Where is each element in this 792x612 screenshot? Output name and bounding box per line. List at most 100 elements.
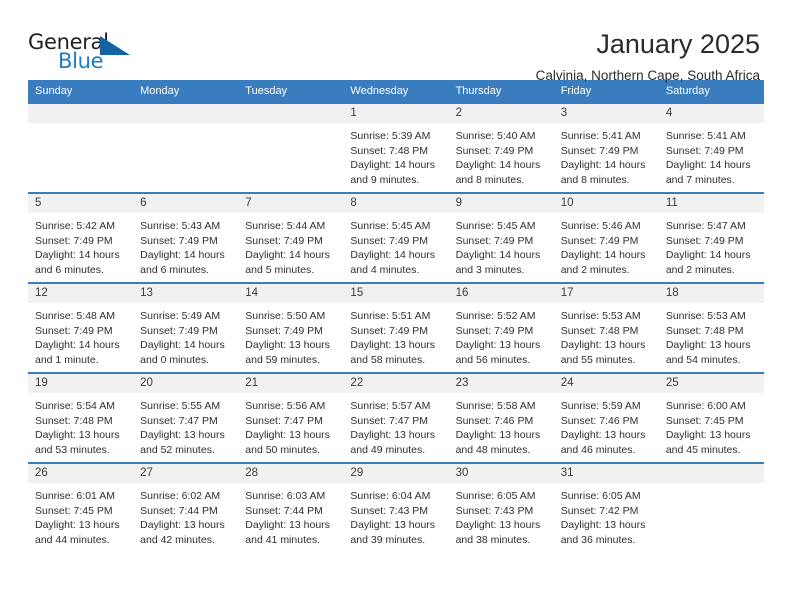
calendar-cell-day-26[interactable]: 26 Sunrise: 6:01 AM Sunset: 7:45 PM Dayligh…	[28, 462, 134, 552]
sunset-text: Sunset: 7:49 PM	[665, 144, 744, 157]
day-details: Sunrise: 5:53 AM Sunset: 7:48 PM Daylight:…	[659, 303, 764, 367]
calendar-cell-day-6[interactable]: 6 Sunrise: 5:43 AM Sunset: 7:49 PM Daylight…	[133, 192, 239, 283]
calendar-cell-day-28[interactable]: 28 Sunrise: 6:03 AM Sunset: 7:44 PM Dayligh…	[238, 462, 344, 552]
calendar-cell-day-19[interactable]: 19 Sunrise: 5:54 AM Sunset: 7:48 PM Dayligh…	[28, 372, 134, 463]
sunset-text: Sunset: 7:47 PM	[140, 414, 218, 427]
logo-text-blue: Blue	[58, 49, 104, 73]
daylight-text: Daylight: 13 hours and 52 minutes.	[140, 429, 225, 456]
sunset-text: Sunset: 7:49 PM	[35, 324, 113, 337]
calendar-cell-day-16[interactable]: 16 Sunrise: 5:52 AM Sunset: 7:49 PM Dayligh…	[448, 282, 554, 373]
sunrise-text: Sunrise: 6:03 AM	[245, 490, 326, 502]
sunset-text: Sunset: 7:42 PM	[560, 504, 639, 517]
calendar-week-row: 5 Sunrise: 5:42 AM Sunset: 7:49 PM Daylight…	[28, 192, 764, 283]
sunset-text: Sunset: 7:46 PM	[455, 414, 534, 427]
daylight-text: Daylight: 13 hours and 44 minutes.	[35, 519, 120, 546]
page-title: January 2025	[596, 29, 760, 59]
sunset-text: Sunset: 7:49 PM	[560, 144, 639, 157]
title-block: January 2025 Calvinia, Northern Cape, So…	[138, 28, 764, 86]
day-number: 12	[28, 284, 134, 303]
day-details: Sunrise: 5:46 AM Sunset: 7:49 PM Daylight:…	[554, 213, 659, 277]
daylight-text: Daylight: 13 hours and 39 minutes.	[350, 519, 436, 546]
day-number: 7	[238, 194, 344, 213]
sunrise-text: Sunrise: 5:59 AM	[560, 400, 641, 412]
day-details: Sunrise: 6:02 AM Sunset: 7:44 PM Daylight:…	[133, 483, 238, 547]
calendar-cell-empty	[133, 102, 239, 193]
calendar-cell-day-14[interactable]: 14 Sunrise: 5:50 AM Sunset: 7:49 PM Dayligh…	[238, 282, 344, 373]
day-details: Sunrise: 5:51 AM Sunset: 7:49 PM Daylight:…	[343, 303, 448, 367]
general-blue-logo: General Blue	[28, 28, 138, 74]
sunrise-text: Sunrise: 5:45 AM	[455, 220, 536, 232]
sunrise-text: Sunrise: 5:51 AM	[350, 310, 431, 322]
calendar-body: 1 Sunrise: 5:39 AM Sunset: 7:48 PM Daylight…	[28, 102, 764, 552]
daylight-text: Daylight: 14 hours and 6 minutes.	[140, 249, 225, 276]
day-details: Sunrise: 5:41 AM Sunset: 7:49 PM Daylight:…	[659, 123, 764, 187]
calendar-cell-day-15[interactable]: 15 Sunrise: 5:51 AM Sunset: 7:49 PM Dayligh…	[343, 282, 449, 373]
daylight-text: Daylight: 13 hours and 59 minutes.	[245, 339, 330, 366]
day-details: Sunrise: 5:43 AM Sunset: 7:49 PM Daylight:…	[133, 213, 238, 277]
page-subtitle: Calvinia, Northern Cape, South Africa	[535, 68, 760, 83]
day-number: 14	[238, 284, 344, 303]
daylight-text: Daylight: 14 hours and 0 minutes.	[140, 339, 225, 366]
calendar-cell-day-7[interactable]: 7 Sunrise: 5:44 AM Sunset: 7:49 PM Daylight…	[238, 192, 344, 283]
day-details: Sunrise: 6:05 AM Sunset: 7:42 PM Daylight:…	[554, 483, 659, 547]
sunrise-text: Sunrise: 6:05 AM	[560, 490, 641, 502]
calendar-cell-day-25[interactable]: 25 Sunrise: 6:00 AM Sunset: 7:45 PM Dayligh…	[658, 372, 764, 463]
calendar-cell-day-22[interactable]: 22 Sunrise: 5:57 AM Sunset: 7:47 PM Dayligh…	[343, 372, 449, 463]
calendar-cell-day-21[interactable]: 21 Sunrise: 5:56 AM Sunset: 7:47 PM Dayligh…	[238, 372, 344, 463]
calendar-cell-day-30[interactable]: 30 Sunrise: 6:05 AM Sunset: 7:43 PM Dayligh…	[448, 462, 554, 552]
sunrise-text: Sunrise: 5:53 AM	[560, 310, 641, 322]
calendar-cell-day-18[interactable]: 18 Sunrise: 5:53 AM Sunset: 7:48 PM Dayligh…	[658, 282, 764, 373]
day-number: 16	[448, 284, 554, 303]
calendar-cell-day-3[interactable]: 3 Sunrise: 5:41 AM Sunset: 7:49 PM Daylight…	[553, 102, 659, 193]
sunset-text: Sunset: 7:43 PM	[350, 504, 429, 517]
day-details: Sunrise: 5:55 AM Sunset: 7:47 PM Daylight:…	[133, 393, 238, 457]
sunset-text: Sunset: 7:49 PM	[35, 234, 113, 247]
sunrise-text: Sunrise: 5:53 AM	[665, 310, 746, 322]
calendar-cell-day-10[interactable]: 10 Sunrise: 5:46 AM Sunset: 7:49 PM Dayligh…	[553, 192, 659, 283]
calendar-cell-empty	[238, 102, 344, 193]
sunrise-text: Sunrise: 5:42 AM	[35, 220, 115, 232]
calendar-cell-day-5[interactable]: 5 Sunrise: 5:42 AM Sunset: 7:49 PM Daylight…	[28, 192, 134, 283]
weekday-header-sunday: Sunday	[28, 80, 134, 103]
calendar-cell-day-31[interactable]: 31 Sunrise: 6:05 AM Sunset: 7:42 PM Dayligh…	[553, 462, 659, 552]
calendar-cell-day-9[interactable]: 9 Sunrise: 5:45 AM Sunset: 7:49 PM Daylight…	[448, 192, 554, 283]
calendar-week-row: 12 Sunrise: 5:48 AM Sunset: 7:49 PM Dayligh…	[28, 282, 764, 373]
calendar-cell-day-29[interactable]: 29 Sunrise: 6:04 AM Sunset: 7:43 PM Dayligh…	[343, 462, 449, 552]
daylight-text: Daylight: 13 hours and 48 minutes.	[455, 429, 541, 456]
daylight-text: Daylight: 13 hours and 46 minutes.	[560, 429, 646, 456]
day-number: 21	[238, 374, 344, 393]
calendar-cell-day-17[interactable]: 17 Sunrise: 5:53 AM Sunset: 7:48 PM Dayligh…	[553, 282, 659, 373]
calendar-cell-day-4[interactable]: 4 Sunrise: 5:41 AM Sunset: 7:49 PM Daylight…	[658, 102, 764, 193]
sunset-text: Sunset: 7:49 PM	[350, 234, 429, 247]
day-number	[28, 104, 134, 123]
daylight-text: Daylight: 13 hours and 36 minutes.	[560, 519, 646, 546]
day-number: 6	[133, 194, 239, 213]
day-details: Sunrise: 5:45 AM Sunset: 7:49 PM Daylight:…	[343, 213, 448, 277]
day-details: Sunrise: 6:04 AM Sunset: 7:43 PM Daylight:…	[343, 483, 448, 547]
sunrise-text: Sunrise: 5:49 AM	[140, 310, 221, 322]
day-number: 22	[343, 374, 449, 393]
calendar-cell-day-13[interactable]: 13 Sunrise: 5:49 AM Sunset: 7:49 PM Dayligh…	[133, 282, 239, 373]
day-number: 30	[448, 464, 554, 483]
day-details: Sunrise: 5:41 AM Sunset: 7:49 PM Daylight:…	[554, 123, 659, 187]
calendar-cell-day-1[interactable]: 1 Sunrise: 5:39 AM Sunset: 7:48 PM Daylight…	[343, 102, 449, 193]
calendar-cell-day-11[interactable]: 11 Sunrise: 5:47 AM Sunset: 7:49 PM Dayligh…	[658, 192, 764, 283]
day-details: Sunrise: 5:57 AM Sunset: 7:47 PM Daylight:…	[343, 393, 448, 457]
sunset-text: Sunset: 7:48 PM	[560, 324, 639, 337]
daylight-text: Daylight: 14 hours and 2 minutes.	[560, 249, 646, 276]
day-number: 15	[343, 284, 449, 303]
day-details: Sunrise: 5:47 AM Sunset: 7:49 PM Daylight:…	[659, 213, 764, 277]
day-number: 20	[133, 374, 239, 393]
day-number: 9	[448, 194, 554, 213]
sunset-text: Sunset: 7:46 PM	[560, 414, 639, 427]
calendar-cell-day-20[interactable]: 20 Sunrise: 5:55 AM Sunset: 7:47 PM Dayligh…	[133, 372, 239, 463]
calendar-cell-day-27[interactable]: 27 Sunrise: 6:02 AM Sunset: 7:44 PM Dayligh…	[133, 462, 239, 552]
calendar-cell-day-23[interactable]: 23 Sunrise: 5:58 AM Sunset: 7:46 PM Dayligh…	[448, 372, 554, 463]
calendar-cell-day-8[interactable]: 8 Sunrise: 5:45 AM Sunset: 7:49 PM Daylight…	[343, 192, 449, 283]
calendar-cell-day-2[interactable]: 2 Sunrise: 5:40 AM Sunset: 7:49 PM Daylight…	[448, 102, 554, 193]
sunset-text: Sunset: 7:49 PM	[245, 234, 323, 247]
calendar-cell-day-12[interactable]: 12 Sunrise: 5:48 AM Sunset: 7:49 PM Dayligh…	[28, 282, 134, 373]
calendar-cell-day-24[interactable]: 24 Sunrise: 5:59 AM Sunset: 7:46 PM Dayligh…	[553, 372, 659, 463]
daylight-text: Daylight: 14 hours and 8 minutes.	[455, 159, 541, 186]
sunset-text: Sunset: 7:49 PM	[140, 324, 218, 337]
